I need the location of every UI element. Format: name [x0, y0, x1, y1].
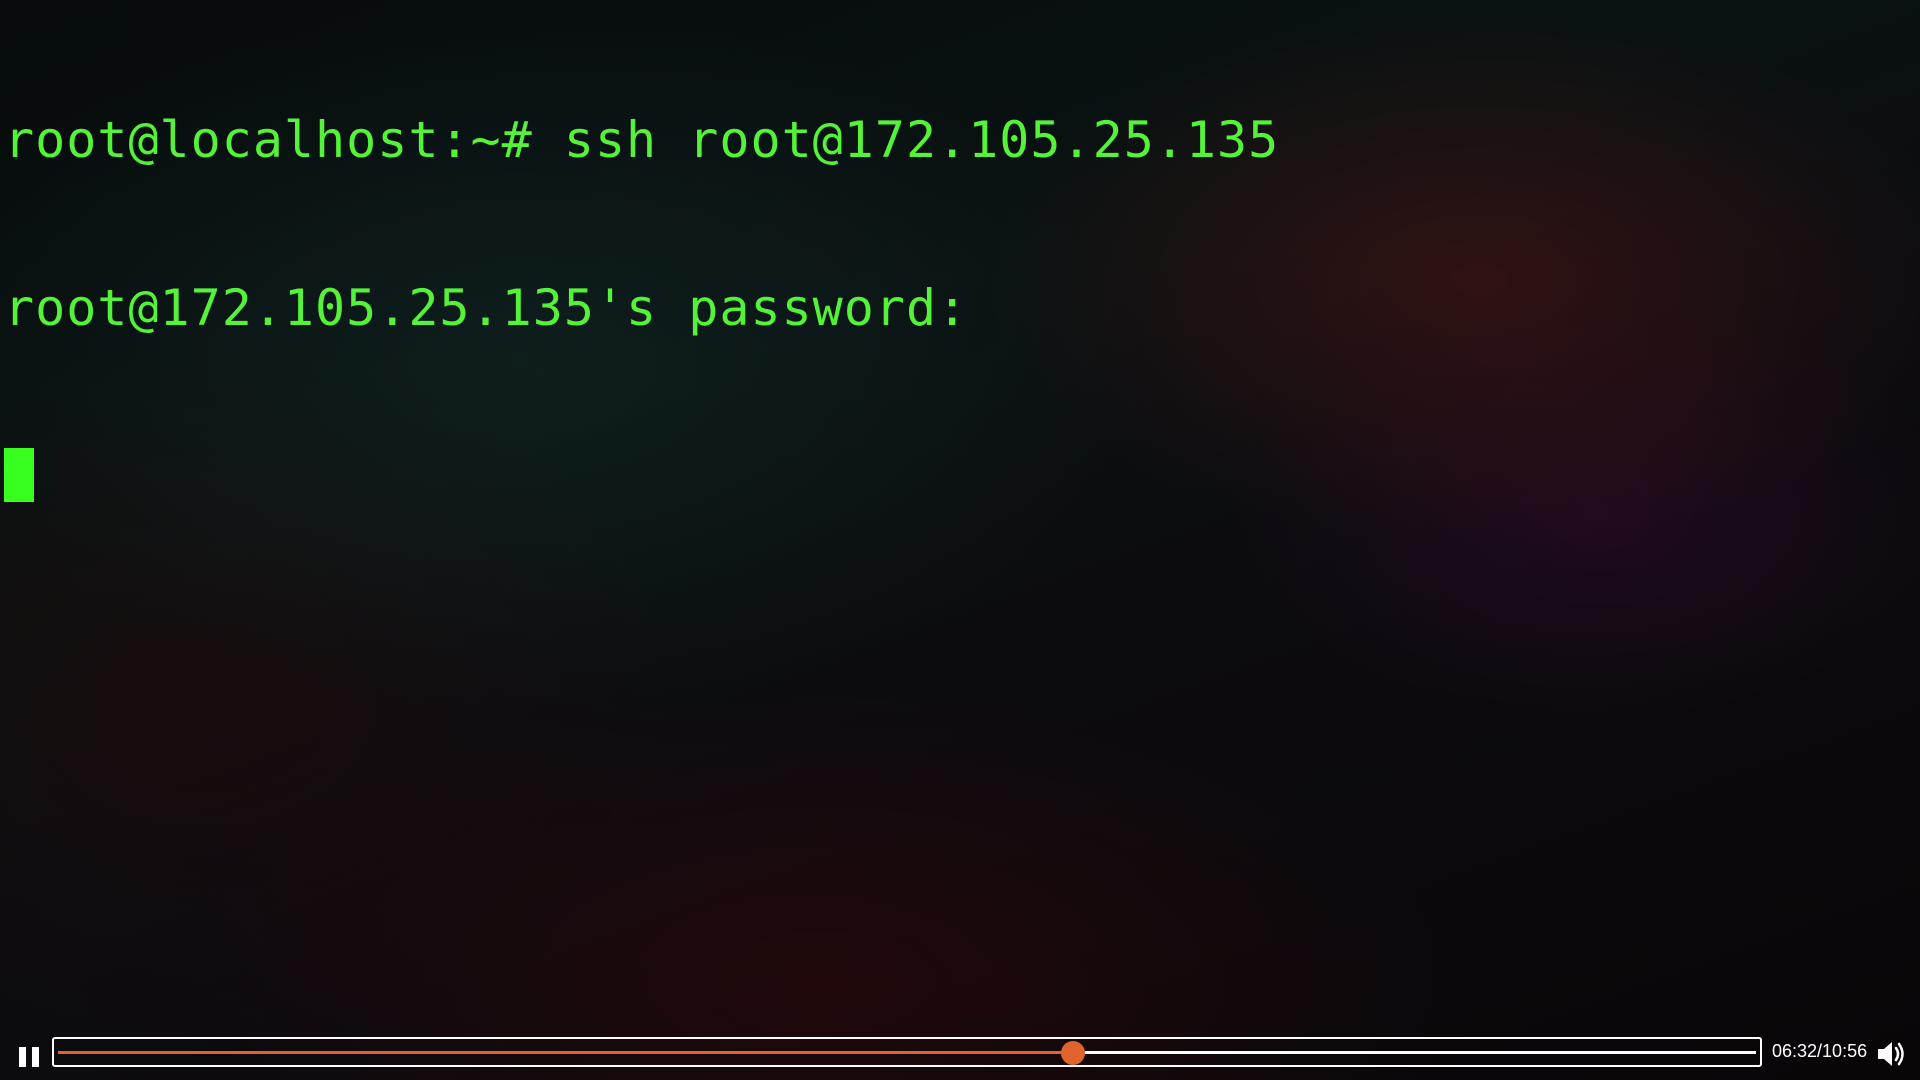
terminal-cursor	[4, 448, 34, 502]
seek-track	[58, 1041, 1756, 1065]
terminal-output: root@localhost:~# ssh root@172.105.25.13…	[4, 0, 1279, 616]
pause-icon	[19, 1047, 26, 1067]
seek-thumb[interactable]	[1060, 1041, 1085, 1065]
terminal-line-ssh-command: root@localhost:~# ssh root@172.105.25.13…	[4, 111, 1280, 169]
video-controls-bar: 06:32/10:56	[0, 1030, 1920, 1080]
seek-progress-fill	[58, 1051, 1073, 1054]
speaker-icon	[1878, 1042, 1904, 1066]
terminal-line-password-prompt: root@172.105.25.135's password:	[4, 279, 969, 337]
pause-icon-bar	[32, 1047, 39, 1067]
volume-button[interactable]	[1874, 1038, 1908, 1070]
video-frame: root@localhost:~# ssh root@172.105.25.13…	[0, 0, 1920, 1080]
seek-bar[interactable]	[52, 1037, 1762, 1067]
time-display: 06:32/10:56	[1772, 1041, 1868, 1061]
pause-button[interactable]	[14, 1039, 44, 1071]
